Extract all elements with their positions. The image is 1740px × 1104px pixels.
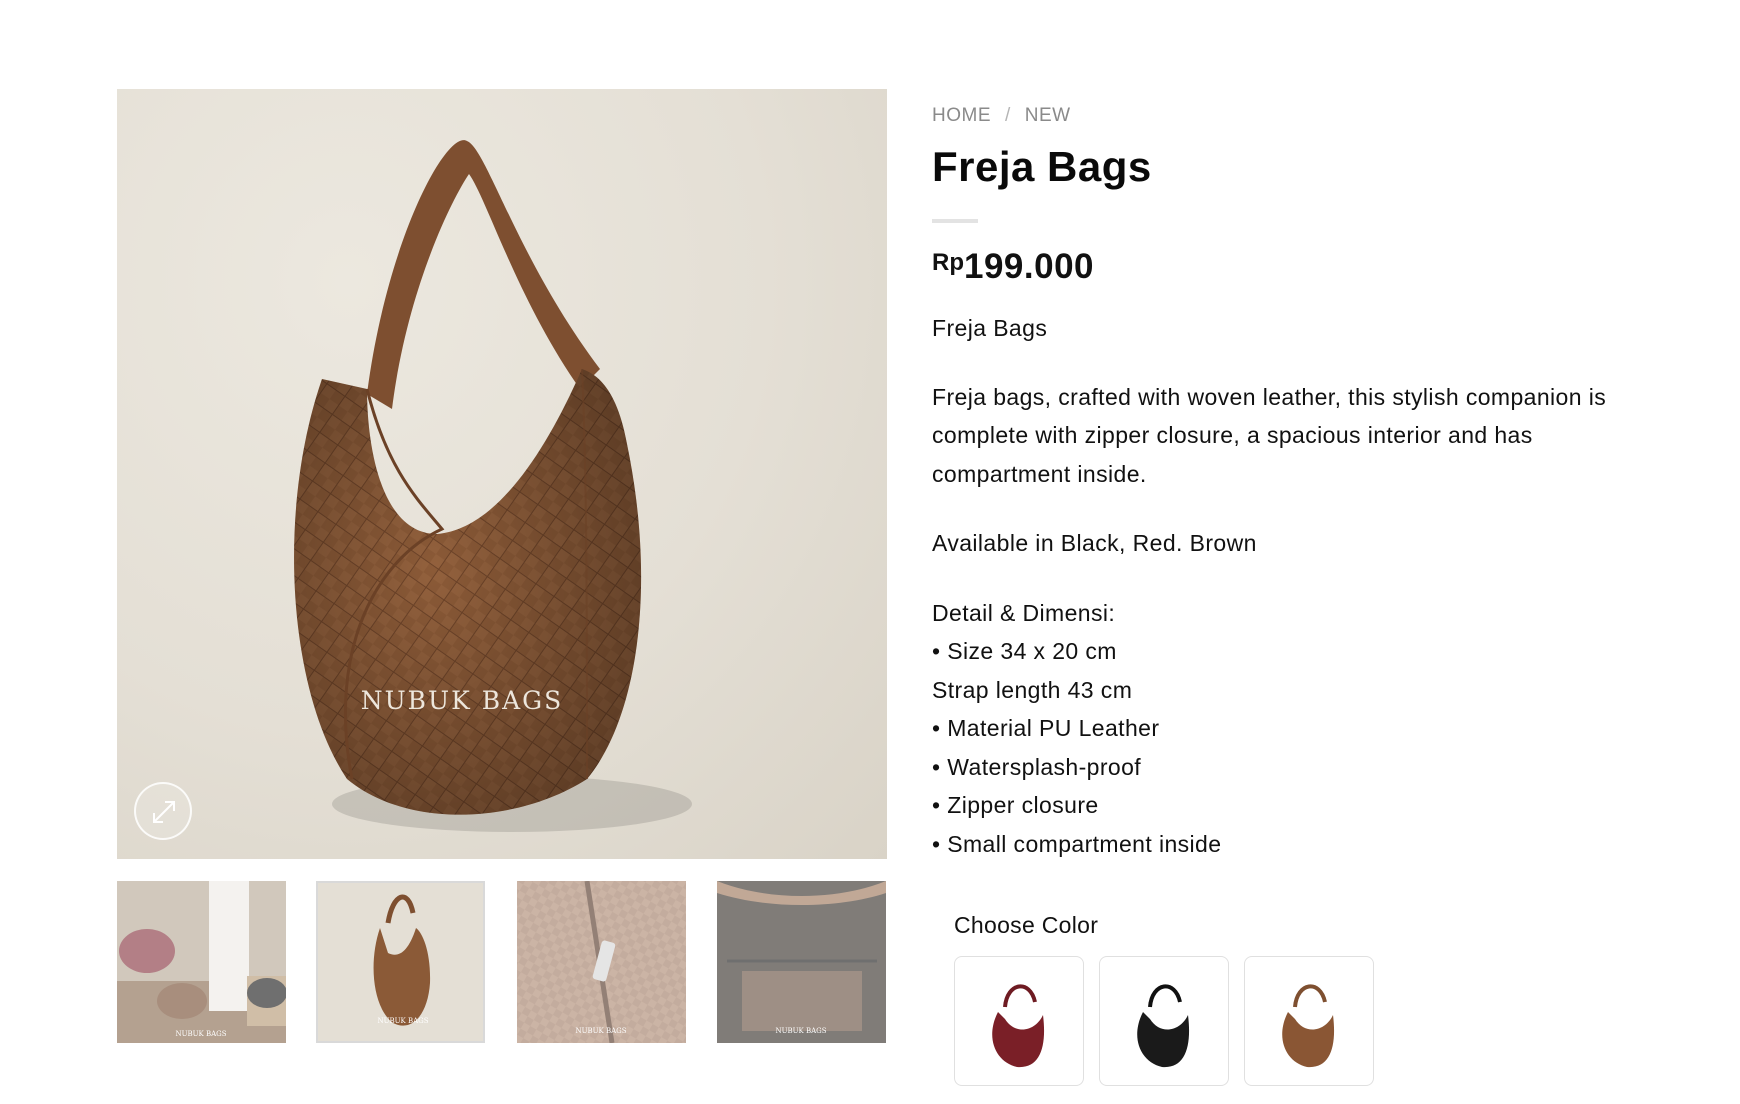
thumbnail-4[interactable]: NUBUK BAGS: [717, 881, 886, 1043]
details-item: Strap length 43 cm: [932, 676, 1133, 703]
breadcrumb-new-link[interactable]: NEW: [1025, 105, 1071, 126]
color-swatches: [954, 956, 1384, 1086]
details-item: • Material PU Leather: [932, 715, 1160, 741]
product-price: Rp199.000: [932, 247, 1652, 289]
thumbnail-3[interactable]: NUBUK BAGS: [517, 881, 686, 1043]
product-details-list: Detail & Dimensi: • Size 34 x 20 cm Stra…: [932, 594, 1652, 864]
product-info: HOME / NEW Freja Bags Rp199.000 Freja Bags…: [932, 89, 1652, 863]
expand-icon: [153, 801, 175, 823]
svg-text:NUBUK BAGS: NUBUK BAGS: [377, 1017, 428, 1025]
details-item: • Small compartment inside: [932, 830, 1222, 857]
thumbnail-2[interactable]: NUBUK BAGS: [316, 881, 485, 1043]
price-amount: 199.000: [964, 247, 1095, 286]
svg-text:NUBUK BAGS: NUBUK BAGS: [775, 1027, 826, 1035]
svg-text:NUBUK BAGS: NUBUK BAGS: [575, 1027, 626, 1035]
product-title: Freja Bags: [932, 143, 1152, 190]
color-swatch-black[interactable]: [1099, 956, 1229, 1086]
red-bag-icon: [992, 984, 1045, 1068]
details-item: • Watersplash-proof: [932, 753, 1142, 780]
zoom-button[interactable]: [134, 782, 192, 840]
title-divider: [932, 219, 978, 223]
product-description-text: Freja bags, crafted with woven leather, …: [932, 383, 1607, 487]
color-chooser-label: Choose Color: [954, 912, 1099, 938]
main-product-image[interactable]: NUBUK BAGS: [117, 89, 887, 859]
color-chooser: Choose Color: [954, 912, 1384, 1086]
price-currency: Rp: [932, 249, 964, 276]
details-item: • Size 34 x 20 cm: [932, 638, 1117, 664]
svg-text:NUBUK BAGS: NUBUK BAGS: [361, 686, 564, 715]
color-swatch-brown[interactable]: [1244, 956, 1374, 1086]
brown-bag-icon: [1282, 984, 1335, 1068]
product-gallery: NUBUK BAGS NUBUK BAGS NUBUK BAGS NUBUK B…: [117, 89, 887, 1043]
breadcrumb: HOME / NEW: [932, 102, 1652, 130]
black-bag-icon: [1137, 984, 1190, 1068]
breadcrumb-separator: /: [1005, 105, 1011, 126]
details-item: • Zipper closure: [932, 792, 1099, 818]
breadcrumb-home-link[interactable]: HOME: [932, 105, 991, 126]
color-swatch-red[interactable]: [954, 956, 1084, 1086]
product-description: Freja Bags Freja bags, crafted with wove…: [932, 309, 1652, 863]
product-availability: Available in Black, Red. Brown: [932, 530, 1257, 556]
svg-text:NUBUK BAGS: NUBUK BAGS: [175, 1030, 226, 1038]
thumbnail-1[interactable]: NUBUK BAGS: [117, 881, 286, 1043]
product-short-name: Freja Bags: [932, 315, 1048, 341]
brown-bag-image: NUBUK BAGS: [294, 140, 692, 832]
details-heading: Detail & Dimensi:: [932, 599, 1116, 626]
thumbnail-strip: NUBUK BAGS NUBUK BAGS NUBUK BAGS NUBUK B…: [117, 881, 887, 1043]
